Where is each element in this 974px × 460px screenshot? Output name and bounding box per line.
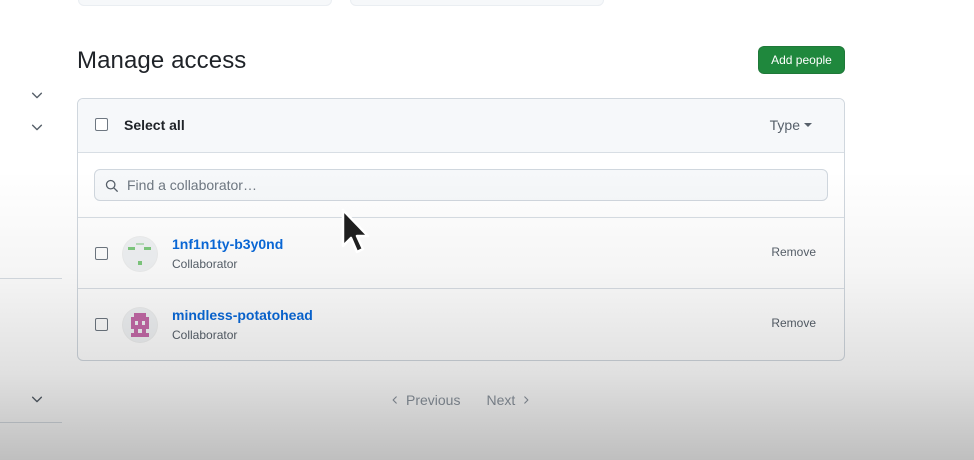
type-filter-label: Type [769, 117, 800, 133]
avatar[interactable] [123, 237, 157, 271]
chevron-left-icon [390, 392, 400, 408]
search-input[interactable] [127, 170, 817, 200]
search-row [78, 153, 844, 218]
collaborator-role: Collaborator [172, 328, 238, 342]
collaborator-role: Collaborator [172, 257, 238, 271]
search-icon [105, 179, 119, 193]
select-all-checkbox[interactable] [95, 118, 108, 131]
next-page-button[interactable]: Next [486, 392, 531, 408]
collaborators-panel: Select all Type Find a collaborator… 1nf… [77, 98, 845, 361]
top-card [78, 0, 332, 6]
row-checkbox[interactable] [95, 318, 108, 331]
collaborator-name-link[interactable]: 1nf1n1ty-b3y0nd [172, 236, 283, 252]
table-row: mindless-potatohead Collaborator Remove [78, 289, 844, 360]
next-label: Next [486, 392, 516, 408]
pagination: Previous Next [390, 392, 531, 408]
top-card [350, 0, 604, 6]
chevron-right-icon [521, 392, 531, 408]
chevron-down-icon[interactable] [30, 88, 44, 102]
row-checkbox[interactable] [95, 247, 108, 260]
collaborator-name-link[interactable]: mindless-potatohead [172, 307, 313, 323]
caret-down-icon [804, 123, 812, 127]
search-box[interactable] [94, 169, 828, 201]
previous-page-button[interactable]: Previous [390, 392, 460, 408]
page-title: Manage access [77, 47, 247, 74]
page: Manage access Add people Select all Type [0, 0, 974, 460]
chevron-down-icon[interactable] [30, 392, 44, 406]
previous-label: Previous [406, 392, 461, 408]
table-row: 1nf1n1ty-b3y0nd Collaborator Remove [78, 218, 844, 289]
add-people-button[interactable]: Add people [758, 46, 845, 74]
chevron-down-icon[interactable] [30, 120, 44, 134]
panel-header: Select all Type [78, 99, 844, 153]
sidebar-divider [0, 422, 62, 423]
remove-button[interactable]: Remove [771, 245, 816, 259]
avatar[interactable] [123, 308, 157, 342]
sidebar-divider [0, 278, 62, 279]
select-all-label: Select all [124, 117, 185, 133]
remove-button[interactable]: Remove [771, 316, 816, 330]
type-filter-dropdown[interactable]: Type [770, 117, 812, 133]
